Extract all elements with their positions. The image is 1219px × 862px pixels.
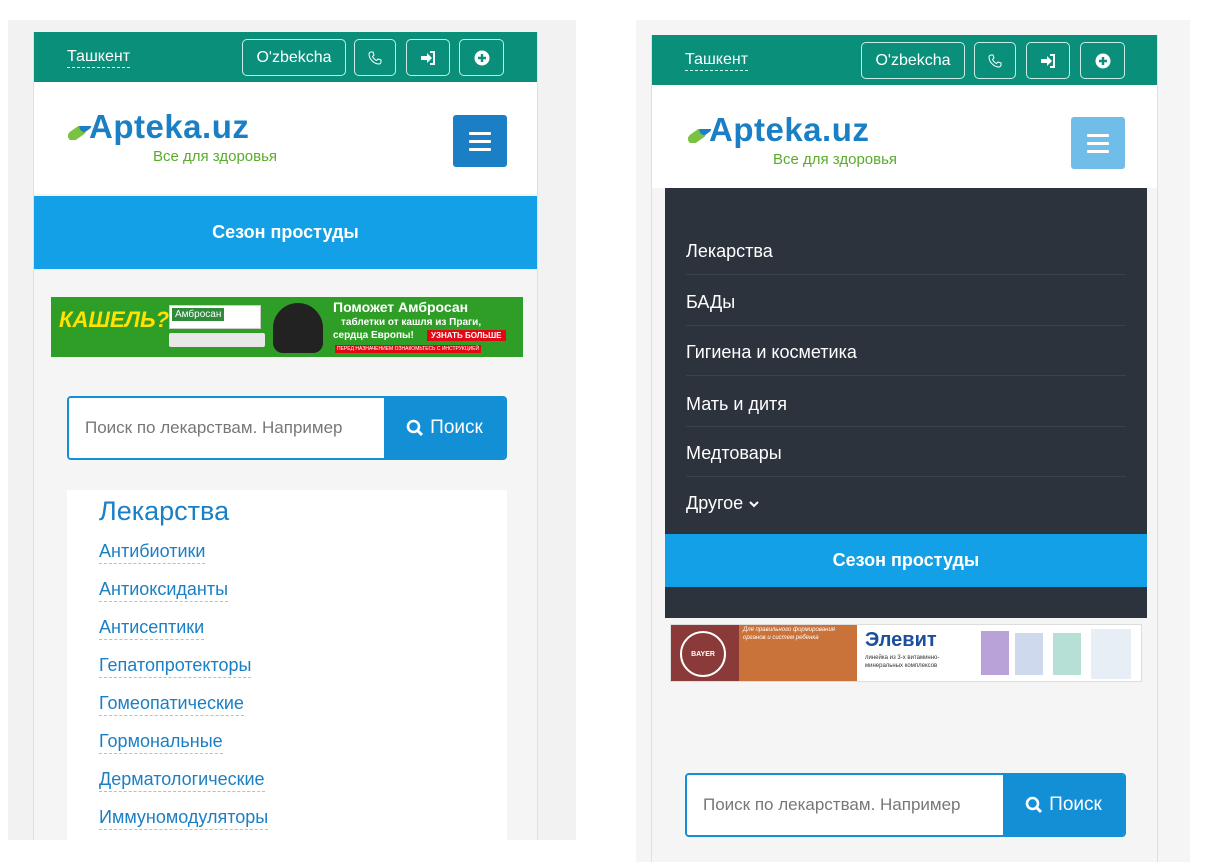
ad-headline: КАШЕЛЬ? (59, 307, 170, 332)
menu-icon (469, 131, 491, 135)
ad-info-panel (1091, 629, 1131, 679)
ad-desc1: линейка из 3-х витаминно- (865, 655, 940, 661)
search-input[interactable] (687, 775, 1003, 835)
season-banner[interactable]: Сезон простуды (665, 534, 1147, 587)
nav-item-supplements[interactable]: БАДы (686, 292, 735, 313)
ad-cta: УЗНАТЬ БОЛЬШЕ (427, 330, 506, 341)
search-bar: Поиск (685, 773, 1126, 837)
menu-button[interactable] (453, 115, 507, 167)
language-button[interactable]: O'zbekcha (861, 42, 965, 79)
logo-text: Apteka.uz (89, 108, 250, 145)
ad-tablets (169, 333, 265, 347)
ambrosan-ad-banner[interactable]: КАШЕЛЬ? Амбросан Поможет Амбросан таблет… (51, 297, 523, 357)
search-bar: Поиск (67, 396, 507, 460)
bayer-logo: BAYER (680, 631, 726, 677)
nav-divider (686, 325, 1126, 326)
category-link[interactable]: Гепатопротекторы (99, 653, 252, 678)
sign-in-icon (1041, 53, 1055, 68)
phone-icon (368, 51, 382, 65)
chevron-down-icon (749, 501, 759, 508)
ad-mole-character (273, 303, 323, 353)
plus-circle-icon (1095, 53, 1110, 68)
category-link[interactable]: Иммуномодуляторы (99, 805, 269, 830)
login-button[interactable] (1026, 42, 1070, 79)
ad-brand-panel: BAYER (671, 625, 739, 681)
logo-text: Apteka.uz (709, 111, 870, 148)
category-link[interactable]: Дерматологические (99, 767, 265, 792)
season-banner[interactable]: Сезон простуды (34, 196, 537, 269)
category-panel: Лекарства Антибиотики Антиоксиданты Анти… (67, 490, 507, 840)
right-phone-view: Ташкент O'zbekcha Apteka.uz Все для здор… (651, 35, 1158, 862)
register-button[interactable] (459, 39, 504, 76)
nav-divider (686, 476, 1126, 477)
search-button-label: Поиск (1049, 794, 1102, 815)
ad-line1: таблетки от кашля из Праги, (341, 317, 482, 328)
nav-item-medical-goods[interactable]: Медтовары (686, 443, 782, 464)
top-bar: Ташкент O'zbekcha (652, 35, 1157, 85)
ad-box-1 (981, 631, 1009, 675)
city-selector[interactable]: Ташкент (685, 51, 749, 71)
language-button[interactable]: O'zbekcha (242, 39, 346, 76)
search-icon (406, 419, 424, 437)
plus-circle-icon (474, 50, 489, 65)
search-button-label: Поиск (430, 417, 483, 438)
phone-button[interactable] (354, 39, 396, 76)
elevit-ad-banner[interactable]: BAYER Для правильного формирования орган… (670, 624, 1142, 682)
menu-button-active[interactable] (1071, 117, 1125, 169)
category-link[interactable]: Гомеопатические (99, 691, 244, 716)
sign-in-icon (421, 50, 435, 65)
phone-icon (988, 54, 1002, 68)
category-link[interactable]: Гормональные (99, 729, 223, 754)
city-selector[interactable]: Ташкент (67, 48, 131, 68)
ad-tagline1: Для правильного формирования (743, 627, 835, 633)
ad-photo-panel: Для правильного формирования органов и с… (739, 625, 857, 681)
ad-tagline2: органов и систем ребенка (743, 635, 819, 641)
nav-divider (686, 375, 1126, 376)
nav-item-other[interactable]: Другое (686, 493, 760, 514)
ad-product-name: Амбросан (172, 308, 225, 321)
nav-item-other-label: Другое (686, 493, 744, 513)
left-phone-view: Ташкент O'zbekcha Apteka.uz Все для здор… (33, 32, 538, 840)
nav-divider (686, 426, 1126, 427)
category-link[interactable]: Антиоксиданты (99, 577, 229, 602)
search-input[interactable] (69, 398, 384, 458)
logo-tagline: Все для здоровья (153, 148, 278, 165)
search-button[interactable]: Поиск (1003, 775, 1124, 835)
search-icon (1025, 796, 1043, 814)
category-title: Лекарства (99, 496, 230, 526)
login-button[interactable] (406, 39, 450, 76)
nav-item-mother-child[interactable]: Мать и дитя (686, 394, 787, 415)
ad-desc2: минеральных комплексов (865, 663, 938, 669)
ad-line2: сердца Европы! (333, 330, 414, 341)
nav-menu-dropdown: Лекарства БАДы Гигиена и косметика Мать … (665, 188, 1147, 618)
register-button[interactable] (1080, 42, 1125, 79)
ad-disclaimer: ПЕРЕД НАЗНАЧЕНИЕМ ОЗНАКОМЬТЕСЬ С ИНСТРУК… (335, 345, 482, 353)
top-bar: Ташкент O'zbekcha (34, 32, 537, 82)
nav-divider (686, 274, 1126, 275)
ad-box-2 (1015, 633, 1043, 675)
nav-item-medicines[interactable]: Лекарства (686, 241, 773, 262)
category-link[interactable]: Антисептики (99, 615, 205, 640)
ad-product-box: Амбросан (169, 305, 261, 329)
search-button[interactable]: Поиск (384, 398, 505, 458)
site-header: Apteka.uz Все для здоровья (652, 85, 1157, 188)
ad-box-3 (1053, 633, 1081, 675)
logo-tagline: Все для здоровья (773, 151, 898, 168)
ad-product-name: Элевит (865, 629, 937, 651)
menu-icon (1087, 133, 1109, 137)
category-link[interactable]: Антибиотики (99, 539, 206, 564)
site-header: Apteka.uz Все для здоровья (34, 82, 537, 194)
nav-item-hygiene[interactable]: Гигиена и косметика (686, 342, 857, 363)
phone-button[interactable] (974, 42, 1016, 79)
ad-title: Поможет Амбросан (333, 299, 469, 315)
